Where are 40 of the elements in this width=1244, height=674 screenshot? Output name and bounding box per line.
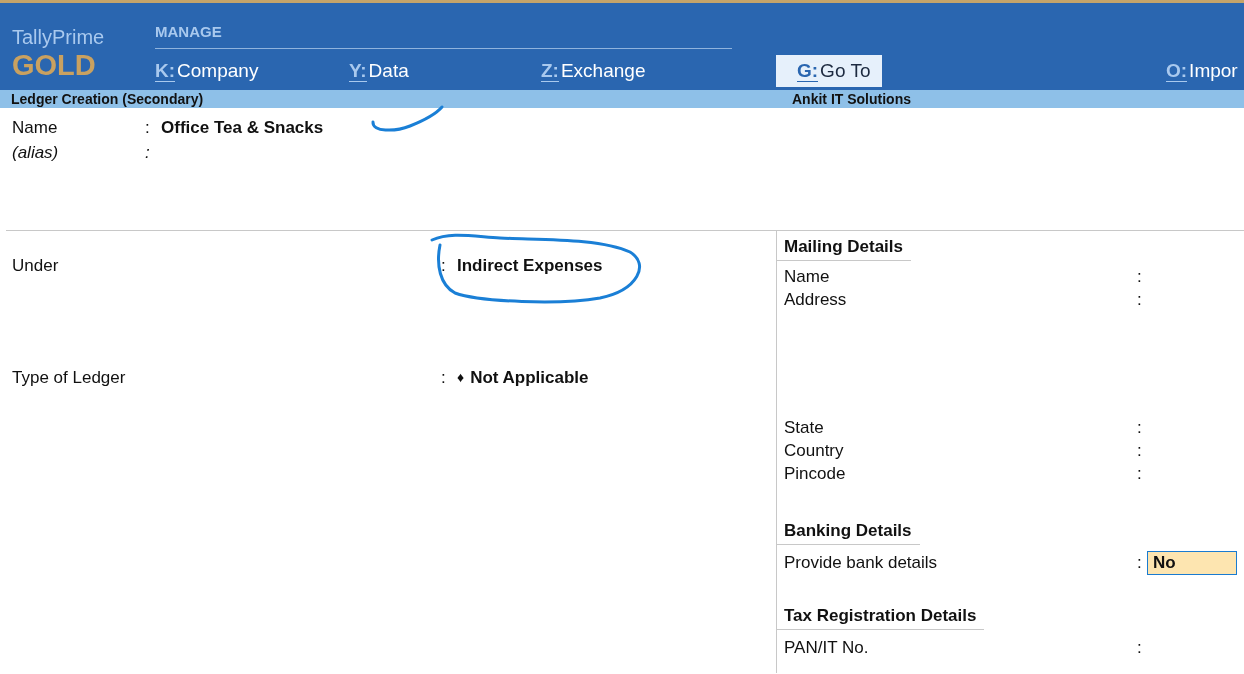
field-label: Name: [11, 117, 59, 139]
edition-label: GOLD: [12, 49, 97, 81]
field-label: Name: [784, 266, 831, 288]
colon: :: [145, 117, 151, 139]
colon: :: [1137, 440, 1143, 462]
colon: :: [1137, 289, 1143, 311]
colon: :: [441, 367, 447, 389]
colon: :: [441, 255, 447, 277]
field-value[interactable]: Indirect Expenses: [457, 253, 603, 278]
menu-item[interactable]: O:Impor: [1166, 55, 1238, 87]
field-label: State: [784, 417, 825, 439]
field-label: Pincode: [784, 463, 847, 485]
menu-item[interactable]: G:Go To: [776, 55, 883, 87]
colon: :: [1137, 417, 1143, 439]
colon: :: [1137, 637, 1143, 659]
field-label: Address: [784, 289, 848, 311]
field-label: Country: [784, 440, 845, 462]
field-label: Provide bank details: [784, 552, 939, 574]
field-label: Under: [11, 255, 60, 277]
menu-item[interactable]: Y:Data: [349, 55, 409, 87]
menu-item[interactable]: K:Company: [155, 55, 259, 87]
screen-title: Ledger Creation (Secondary): [10, 91, 205, 107]
menu-item[interactable]: Z:Exchange: [541, 55, 646, 87]
colon: :: [1137, 463, 1143, 485]
field-label: (alias): [11, 142, 60, 164]
section-title: Mailing Details: [777, 235, 912, 261]
field-value[interactable]: Office Tea & Snacks: [161, 115, 324, 140]
field-label: PAN/IT No.: [784, 637, 870, 659]
section-title: Tax Registration Details: [777, 604, 985, 630]
colon: :: [145, 142, 151, 164]
colon: :: [1137, 266, 1143, 288]
field-label: Type of Ledger: [11, 367, 127, 389]
company-name: Ankit IT Solutions: [791, 91, 912, 107]
colon: :: [1137, 552, 1143, 574]
product-name: TallyPrime: [12, 25, 106, 49]
field-value[interactable]: No: [1147, 551, 1237, 575]
diamond-marker: ♦: [457, 368, 465, 387]
field-value[interactable]: Not Applicable: [470, 365, 589, 390]
section-title: Banking Details: [777, 519, 920, 545]
menu-title: MANAGE: [155, 23, 732, 49]
